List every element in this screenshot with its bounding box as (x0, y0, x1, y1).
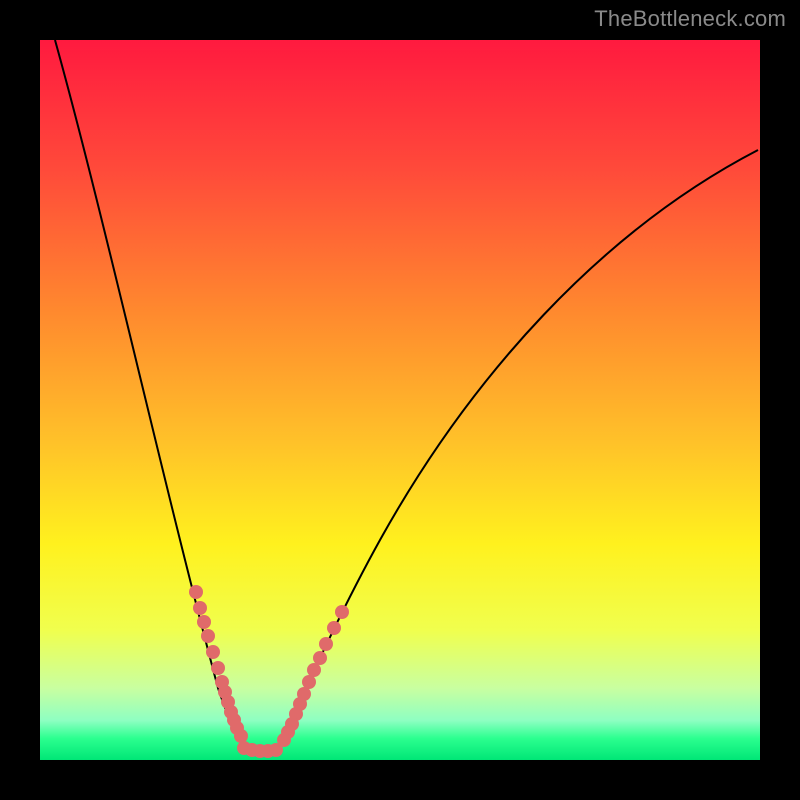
marker-right (313, 651, 327, 665)
chart-svg (0, 0, 800, 800)
marker-bottom (269, 743, 283, 757)
chart-stage: TheBottleneck.com (0, 0, 800, 800)
marker-right (327, 621, 341, 635)
watermark: TheBottleneck.com (594, 6, 786, 32)
marker-left (201, 629, 215, 643)
marker-left (211, 661, 225, 675)
marker-right (307, 663, 321, 677)
marker-left (234, 729, 248, 743)
plot-area (40, 40, 760, 760)
marker-left (189, 585, 203, 599)
marker-left (197, 615, 211, 629)
marker-left (193, 601, 207, 615)
marker-left (206, 645, 220, 659)
marker-right (319, 637, 333, 651)
marker-right (302, 675, 316, 689)
marker-right (335, 605, 349, 619)
